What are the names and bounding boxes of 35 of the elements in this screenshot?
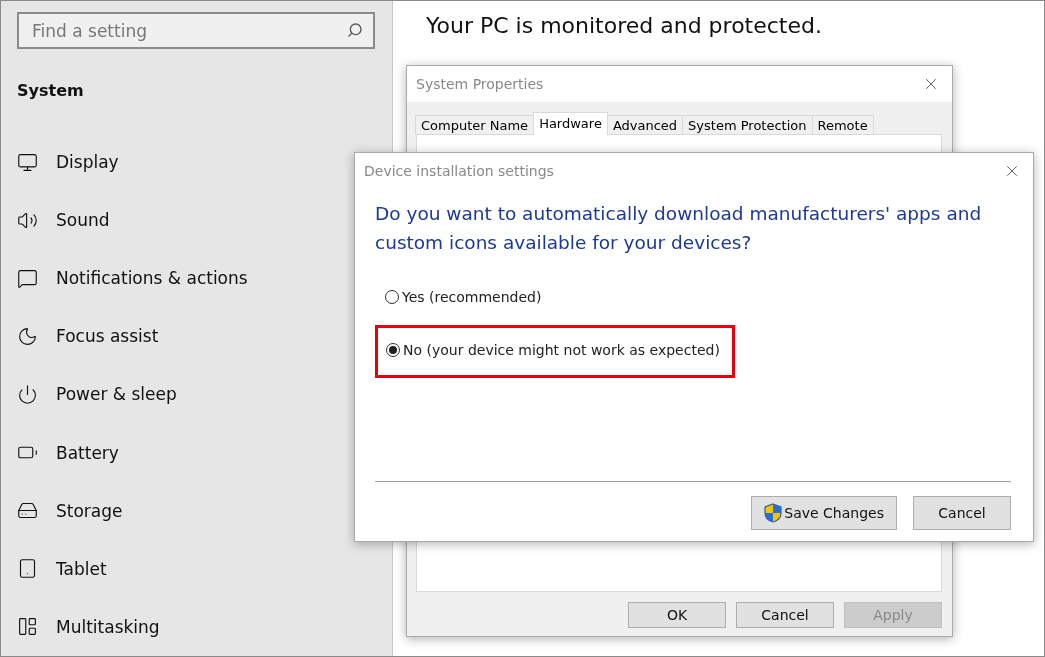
window-title: System Properties	[416, 76, 544, 92]
sidebar-item[interactable]: Power & sleep	[56, 384, 177, 405]
radio-button[interactable]	[386, 343, 400, 357]
section-heading: System	[17, 81, 85, 100]
dialog-button[interactable]: Cancel	[736, 602, 834, 628]
dialog-button[interactable]: Cancel	[913, 496, 1011, 530]
sidebar-icon	[17, 325, 38, 347]
search-field[interactable]: Find a setting	[17, 12, 375, 49]
tab[interactable]: Computer Name	[415, 115, 535, 135]
sidebar-icon	[17, 384, 38, 405]
tab[interactable]: Hardware	[533, 112, 608, 135]
sidebar-icon	[17, 151, 38, 173]
dialog-button[interactable]: Save Changes	[751, 496, 897, 530]
sidebar-item[interactable]: Focus assist	[56, 326, 159, 347]
sidebar-item[interactable]: Notifications & actions	[56, 268, 248, 289]
sidebar-item[interactable]: Multitasking	[56, 616, 160, 637]
page-heading: Your PC is monitored and protected.	[426, 13, 823, 38]
option-label[interactable]: Yes (recommended)	[402, 289, 542, 305]
sidebar-item[interactable]: Sound	[56, 210, 110, 231]
sidebar-item[interactable]: Storage	[56, 500, 123, 521]
sidebar-icon	[17, 558, 38, 580]
tab[interactable]: Remote	[811, 115, 874, 135]
sidebar-item[interactable]: Battery	[56, 442, 119, 463]
sidebar-icon	[17, 267, 38, 289]
sidebar-icon	[17, 616, 38, 638]
sidebar-item[interactable]: Display	[56, 152, 119, 173]
search-icon	[347, 22, 363, 38]
sidebar-item[interactable]: Tablet	[56, 558, 107, 579]
window-title: Device installation settings	[364, 163, 554, 179]
option-label[interactable]: No (your device might not work as expected)	[403, 342, 720, 358]
radio-button[interactable]	[385, 290, 399, 304]
dialog-button[interactable]: OK	[628, 602, 726, 628]
question-text: Do you want to automatically download manufacturers' apps and custom icons available for your devices?	[375, 202, 983, 255]
shield-icon	[764, 503, 783, 523]
tab[interactable]: System Protection	[682, 115, 813, 135]
